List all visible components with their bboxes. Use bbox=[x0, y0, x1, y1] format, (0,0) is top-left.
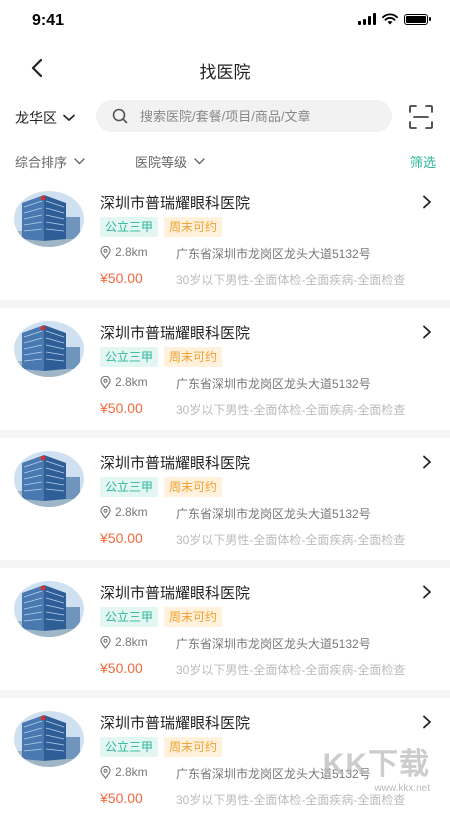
hospital-image bbox=[14, 581, 84, 637]
hospital-image bbox=[14, 191, 84, 247]
hospital-tags: 公立三甲 周末可约 bbox=[100, 217, 223, 237]
hospital-address: 广东省深圳市龙岗区龙头大道5132号 bbox=[176, 767, 371, 781]
package-description: 30岁以下男性-全面体检-全面疾病-全面检查 bbox=[176, 533, 406, 547]
hospital-image bbox=[14, 321, 84, 377]
hospital-distance: 2.8km bbox=[100, 765, 148, 779]
status-icons bbox=[358, 13, 431, 25]
hospital-card[interactable]: 深圳市普瑞耀眼科医院 公立三甲 周末可约 2.8km 广东省深圳市龙岗区龙头大道… bbox=[0, 568, 450, 690]
level-tag: 公立三甲 bbox=[100, 347, 159, 367]
signal-icon bbox=[358, 13, 376, 25]
wifi-icon bbox=[382, 13, 398, 25]
hospital-address: 广东省深圳市龙岗区龙头大道5132号 bbox=[176, 507, 371, 521]
level-filter-label: 医院等级 bbox=[135, 155, 188, 170]
level-filter[interactable]: 医院等级 bbox=[135, 152, 205, 171]
district-selector[interactable]: 龙华区 bbox=[15, 108, 75, 128]
sort-filter-label: 综合排序 bbox=[15, 155, 68, 170]
battery-icon bbox=[404, 13, 431, 25]
top-area: 9:41 找医院 龙华区 搜索医院/套餐/项目/商品/文章 综合排序 医院等级 … bbox=[0, 0, 450, 178]
level-tag: 公立三甲 bbox=[100, 217, 159, 237]
hospital-distance: 2.8km bbox=[100, 505, 148, 519]
level-tag: 公立三甲 bbox=[100, 607, 159, 627]
hospital-distance: 2.8km bbox=[100, 635, 148, 649]
hospital-name: 深圳市普瑞耀眼科医院 bbox=[100, 455, 251, 472]
weekend-tag: 周末可约 bbox=[164, 217, 223, 237]
hospital-card[interactable]: 深圳市普瑞耀眼科医院 公立三甲 周末可约 2.8km 广东省深圳市龙岗区龙头大道… bbox=[0, 698, 450, 820]
search-icon bbox=[112, 108, 128, 124]
scan-icon[interactable] bbox=[408, 104, 434, 130]
chevron-down-icon bbox=[194, 158, 205, 165]
status-time: 9:41 bbox=[32, 12, 65, 29]
hospital-image bbox=[14, 711, 84, 767]
chevron-right-icon bbox=[423, 585, 431, 599]
chevron-right-icon bbox=[423, 715, 431, 729]
search-box[interactable] bbox=[96, 100, 392, 132]
level-tag: 公立三甲 bbox=[100, 477, 159, 497]
hospital-distance: 2.8km bbox=[100, 375, 148, 389]
hospital-name: 深圳市普瑞耀眼科医院 bbox=[100, 325, 251, 342]
chevron-right-icon bbox=[423, 325, 431, 339]
filter-button[interactable]: 筛选 bbox=[410, 152, 436, 171]
hospital-name: 深圳市普瑞耀眼科医院 bbox=[100, 195, 251, 212]
hospital-card[interactable]: 深圳市普瑞耀眼科医院 公立三甲 周末可约 2.8km 广东省深圳市龙岗区龙头大道… bbox=[0, 438, 450, 560]
status-bar: 9:41 bbox=[0, 0, 450, 42]
level-tag: 公立三甲 bbox=[100, 737, 159, 757]
price: ¥50.00 bbox=[100, 660, 143, 676]
hospital-address: 广东省深圳市龙岗区龙头大道5132号 bbox=[176, 637, 371, 651]
price: ¥50.00 bbox=[100, 400, 143, 416]
location-icon bbox=[100, 765, 111, 779]
weekend-tag: 周末可约 bbox=[164, 737, 223, 757]
hospital-list: 深圳市普瑞耀眼科医院 公立三甲 周末可约 2.8km 广东省深圳市龙岗区龙头大道… bbox=[0, 178, 450, 820]
hospital-tags: 公立三甲 周末可约 bbox=[100, 607, 223, 627]
chevron-down-icon bbox=[74, 158, 85, 165]
location-icon bbox=[100, 375, 111, 389]
weekend-tag: 周末可约 bbox=[164, 477, 223, 497]
nav-bar: 找医院 bbox=[0, 42, 450, 94]
distance-value: 2.8km bbox=[115, 505, 148, 519]
hospital-card[interactable]: 深圳市普瑞耀眼科医院 公立三甲 周末可约 2.8km 广东省深圳市龙岗区龙头大道… bbox=[0, 178, 450, 300]
distance-value: 2.8km bbox=[115, 245, 148, 259]
search-row: 龙华区 bbox=[0, 94, 450, 146]
weekend-tag: 周末可约 bbox=[164, 607, 223, 627]
hospital-name: 深圳市普瑞耀眼科医院 bbox=[100, 715, 251, 732]
distance-value: 2.8km bbox=[115, 375, 148, 389]
hospital-distance: 2.8km bbox=[100, 245, 148, 259]
location-icon bbox=[100, 245, 111, 259]
price: ¥50.00 bbox=[100, 790, 143, 806]
distance-value: 2.8km bbox=[115, 635, 148, 649]
chevron-right-icon bbox=[423, 195, 431, 209]
search-input[interactable] bbox=[138, 107, 372, 125]
package-description: 30岁以下男性-全面体检-全面疾病-全面检查 bbox=[176, 403, 406, 417]
hospital-address: 广东省深圳市龙岗区龙头大道5132号 bbox=[176, 247, 371, 261]
district-label: 龙华区 bbox=[15, 110, 57, 126]
chevron-right-icon bbox=[423, 455, 431, 469]
filter-row: 综合排序 医院等级 筛选 bbox=[0, 146, 450, 178]
page-title: 找医院 bbox=[199, 63, 251, 82]
hospital-address: 广东省深圳市龙岗区龙头大道5132号 bbox=[176, 377, 371, 391]
hospital-name: 深圳市普瑞耀眼科医院 bbox=[100, 585, 251, 602]
distance-value: 2.8km bbox=[115, 765, 148, 779]
package-description: 30岁以下男性-全面体检-全面疾病-全面检查 bbox=[176, 273, 406, 287]
sort-filter[interactable]: 综合排序 bbox=[15, 152, 85, 171]
hospital-tags: 公立三甲 周末可约 bbox=[100, 737, 223, 757]
package-description: 30岁以下男性-全面体检-全面疾病-全面检查 bbox=[176, 663, 406, 677]
weekend-tag: 周末可约 bbox=[164, 347, 223, 367]
price: ¥50.00 bbox=[100, 530, 143, 546]
location-icon bbox=[100, 505, 111, 519]
price: ¥50.00 bbox=[100, 270, 143, 286]
chevron-down-icon bbox=[63, 114, 75, 122]
hospital-image bbox=[14, 451, 84, 507]
hospital-card[interactable]: 深圳市普瑞耀眼科医院 公立三甲 周末可约 2.8km 广东省深圳市龙岗区龙头大道… bbox=[0, 308, 450, 430]
hospital-tags: 公立三甲 周末可约 bbox=[100, 477, 223, 497]
location-icon bbox=[100, 635, 111, 649]
hospital-tags: 公立三甲 周末可约 bbox=[100, 347, 223, 367]
